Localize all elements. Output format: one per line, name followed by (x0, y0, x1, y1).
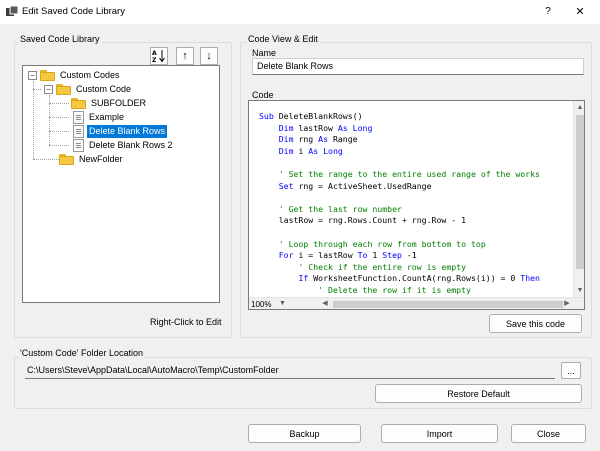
close-window-button[interactable]: ✕ (568, 3, 592, 21)
move-down-button[interactable]: ↓ (200, 47, 218, 65)
help-button[interactable]: ? (536, 3, 560, 21)
code-line[interactable] (259, 157, 569, 169)
vertical-scroll-thumb[interactable] (576, 115, 584, 269)
tree-item-delete-blank-rows[interactable]: Delete Blank Rows (73, 124, 168, 138)
tree-item-delete-blank-rows-2[interactable]: Delete Blank Rows 2 (73, 138, 175, 152)
tree-item-custom-code[interactable]: − Custom Code (44, 82, 133, 96)
tree-connector (49, 117, 69, 118)
tree-item-label: Delete Blank Rows 2 (89, 139, 173, 150)
code-line[interactable]: ' Delete the row if it is empty (259, 285, 569, 297)
tree-item-label: Custom Code (76, 83, 132, 94)
folder-icon (59, 153, 74, 165)
folder-path-field[interactable]: C:\Users\Steve\AppData\Local\AutoMacro\T… (25, 363, 555, 379)
document-icon (73, 110, 84, 124)
svg-text:A: A (152, 50, 157, 57)
code-text[interactable]: Sub DeleteBlankRows() Dim lastRow As Lon… (259, 111, 569, 297)
tree-item-subfolder[interactable]: SUBFOLDER (71, 96, 148, 110)
vertical-scrollbar[interactable]: ▲ ▼ (573, 101, 584, 297)
scroll-down-icon[interactable]: ▼ (574, 285, 584, 297)
code-line[interactable] (259, 227, 569, 239)
app-icon (6, 6, 18, 16)
scroll-left-icon[interactable]: ◀ (319, 298, 331, 309)
tree-item-label: NewFolder (79, 153, 123, 164)
code-tree[interactable]: − Custom Codes − Custom Code SUBFOLDER E… (22, 65, 220, 303)
horizontal-scroll-thumb[interactable] (333, 301, 563, 308)
tree-item-newfolder[interactable]: NewFolder (59, 152, 125, 166)
zoom-dropdown-icon[interactable]: ▼ (279, 300, 286, 307)
sort-az-icon: A Z (152, 50, 165, 63)
tree-connector (49, 131, 69, 132)
code-line[interactable]: Set rng = ActiveSheet.UsedRange (259, 181, 569, 193)
browse-button[interactable]: ... (561, 362, 581, 379)
tree-item-example[interactable]: Example (73, 110, 126, 124)
document-icon (73, 138, 84, 152)
editor-status-bar: 100% ▼ ◀ ▶ (249, 297, 584, 309)
code-editor[interactable]: Sub DeleteBlankRows() Dim lastRow As Lon… (248, 100, 585, 310)
arrow-down-icon: ↓ (206, 50, 212, 62)
code-label: Code (252, 90, 274, 100)
folder-icon (56, 83, 71, 95)
name-field[interactable]: Delete Blank Rows (252, 58, 584, 75)
tree-item-label: SUBFOLDER (91, 97, 147, 108)
import-button[interactable]: Import (381, 424, 498, 443)
code-line[interactable]: For i = lastRow To 1 Step -1 (259, 250, 569, 262)
scroll-right-icon[interactable]: ▶ (561, 298, 573, 309)
name-label: Name (252, 48, 277, 58)
tree-item-label: Custom Codes (60, 69, 120, 80)
code-line[interactable]: Dim i As Long (259, 146, 569, 158)
tree-connector (33, 89, 41, 90)
scroll-up-icon[interactable]: ▲ (574, 102, 584, 114)
tree-item-custom-codes[interactable]: − Custom Codes (28, 68, 122, 82)
svg-text:Z: Z (152, 57, 157, 63)
tree-connector (33, 81, 34, 159)
code-line[interactable] (259, 192, 569, 204)
code-line[interactable]: ' Loop through each row from bottom to t… (259, 239, 569, 251)
tree-item-label: Example (89, 111, 125, 122)
close-button[interactable]: Close (511, 424, 586, 443)
sort-button[interactable]: A Z (150, 47, 168, 65)
code-line[interactable]: If WorksheetFunction.CountA(rng.Rows(i))… (259, 273, 569, 285)
folder-icon (40, 69, 55, 81)
code-line[interactable]: ' Get the last row number (259, 204, 569, 216)
folder-location-label: 'Custom Code' Folder Location (18, 348, 145, 358)
code-view-label: Code View & Edit (246, 34, 320, 44)
folder-icon (71, 97, 86, 109)
collapse-icon[interactable]: − (28, 70, 37, 80)
move-up-button[interactable]: ↑ (176, 47, 194, 65)
title-bar: Edit Saved Code Library ? ✕ (0, 0, 600, 24)
arrow-up-icon: ↑ (182, 50, 188, 62)
collapse-icon[interactable]: − (44, 84, 53, 94)
tree-connector (49, 145, 69, 146)
saved-code-library-label: Saved Code Library (18, 34, 102, 44)
document-icon (73, 124, 84, 138)
zoom-level[interactable]: 100% (251, 299, 281, 309)
right-click-hint: Right-Click to Edit (150, 317, 222, 327)
code-line[interactable]: lastRow = rng.Rows.Count + rng.Row - 1 (259, 215, 569, 227)
save-code-button[interactable]: Save this code (489, 314, 582, 333)
tree-connector (49, 103, 69, 104)
restore-default-button[interactable]: Restore Default (375, 384, 582, 403)
code-line[interactable]: ' Set the range to the entire used range… (259, 169, 569, 181)
code-line[interactable]: Dim lastRow As Long (259, 123, 569, 135)
tree-item-label: Delete Blank Rows (87, 124, 168, 138)
tree-connector (33, 159, 59, 160)
code-line[interactable]: Sub DeleteBlankRows() (259, 111, 569, 123)
backup-button[interactable]: Backup (248, 424, 361, 443)
code-line[interactable]: ' Check if the entire row is empty (259, 262, 569, 274)
code-line[interactable]: Dim rng As Range (259, 134, 569, 146)
window-title: Edit Saved Code Library (22, 6, 125, 17)
